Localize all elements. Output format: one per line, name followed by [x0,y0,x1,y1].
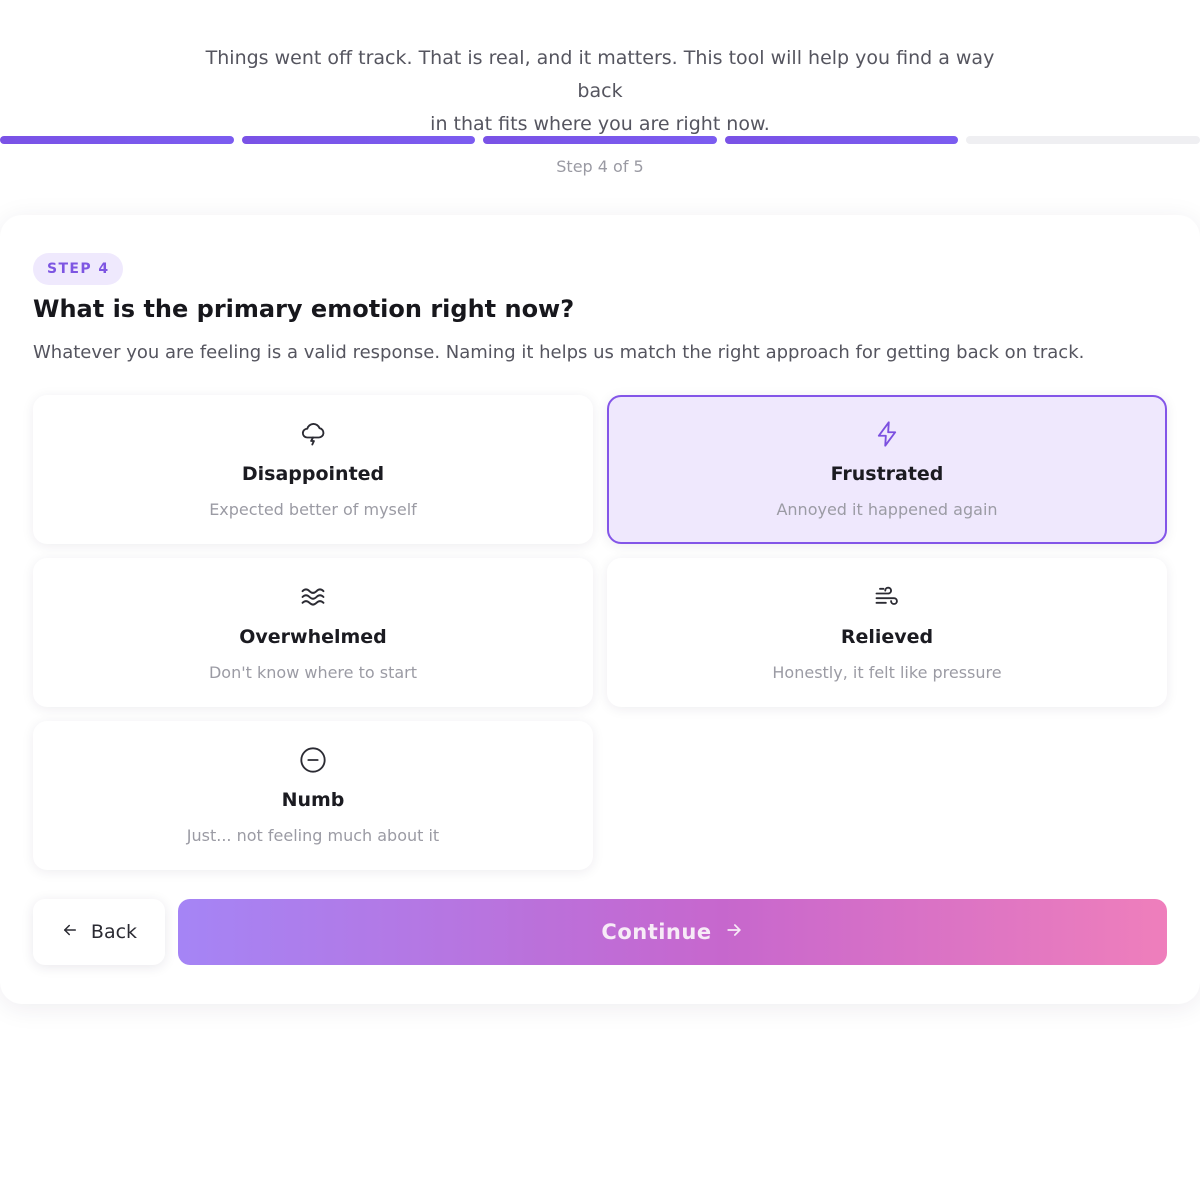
option-label: Relieved [840,626,934,648]
step-counter: Step 4 of 5 [556,157,644,176]
option-numb[interactable]: Numb Just... not feeling much about it [33,721,593,870]
question-card: STEP 4 What is the primary emotion right… [0,215,1200,1004]
rain-cloud-icon [298,419,328,449]
progress-segment-2 [241,136,476,144]
arrow-left-icon [61,921,79,944]
arrow-right-icon [724,920,744,945]
option-overwhelmed[interactable]: Overwhelmed Don't know where to start [33,558,593,707]
back-button-label: Back [90,921,138,943]
option-label: Numb [281,789,345,811]
option-description: Don't know where to start [208,663,417,682]
option-description: Just... not feeling much about it [186,826,440,845]
wind-icon [872,582,902,612]
option-label: Overwhelmed [239,626,387,648]
intro-text: Things went off track. That is real, and… [200,42,1000,141]
option-description: Honestly, it felt like pressure [772,663,1002,682]
option-description: Expected better of myself [209,500,417,519]
question-helper: Whatever you are feeling is a valid resp… [33,342,1085,363]
step-badge: STEP 4 [33,253,124,285]
intro-line-1: Things went off track. That is real, and… [205,47,995,102]
option-disappointed[interactable]: Disappointed Expected better of myself [33,395,593,544]
progress-segment-1 [0,136,234,144]
option-description: Annoyed it happened again [776,500,998,519]
continue-button-label: Continue [601,920,712,944]
progress-segment-4 [724,136,959,144]
minus-circle-icon [298,745,328,775]
back-button[interactable]: Back [33,899,165,965]
option-label: Frustrated [830,463,944,485]
option-relieved[interactable]: Relieved Honestly, it felt like pressure [607,558,1167,707]
waves-icon [298,582,328,612]
emotion-options: Disappointed Expected better of myself F… [33,395,1167,870]
lightning-icon [872,419,902,449]
continue-button[interactable]: Continue [178,899,1167,965]
progress-segment-5 [966,136,1200,144]
step-actions: Back Continue [33,899,1167,965]
progress-segment-3 [483,136,717,144]
option-frustrated[interactable]: Frustrated Annoyed it happened again [607,395,1167,544]
progress-bar [0,136,1200,144]
question-title: What is the primary emotion right now? [33,295,575,323]
option-label: Disappointed [241,463,385,485]
